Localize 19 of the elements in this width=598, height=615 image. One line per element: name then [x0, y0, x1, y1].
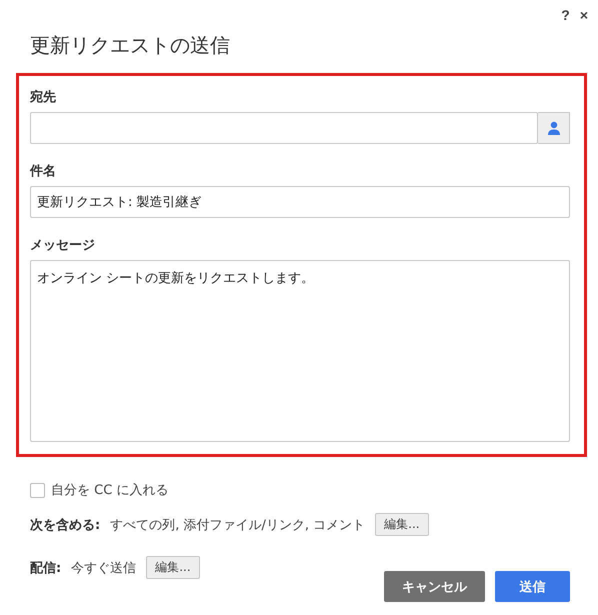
cancel-button[interactable]: キャンセル: [384, 571, 485, 602]
person-icon: [546, 121, 560, 135]
field-label: 宛先: [30, 88, 57, 106]
send-button[interactable]: 送信: [495, 571, 570, 602]
checkbox[interactable]: [30, 482, 45, 498]
edit-button[interactable]: 編集...: [375, 513, 429, 536]
contacts-button[interactable]: [538, 112, 570, 144]
recipient-field[interactable]: [30, 112, 538, 144]
include-label: 次を含める:: [30, 516, 100, 534]
subject-field[interactable]: 更新リクエスト: 製造引継ぎ: [30, 186, 570, 218]
dialog-title: 更新リクエストの送信: [30, 32, 231, 59]
include-value: すべての列, 添付ファイル/リンク, コメント: [110, 516, 366, 534]
delivery-value: 今すぐ送信: [71, 560, 136, 576]
field-label: 件名: [30, 163, 57, 180]
checkbox-label: 自分を CC に入れる: [51, 482, 168, 499]
edit-button[interactable]: 編集...: [146, 556, 200, 579]
message-field[interactable]: オンライン シートの更新をリクエストします。: [30, 260, 570, 442]
delivery-label: 配信:: [30, 560, 62, 576]
field-label: メッセージ: [30, 237, 96, 254]
